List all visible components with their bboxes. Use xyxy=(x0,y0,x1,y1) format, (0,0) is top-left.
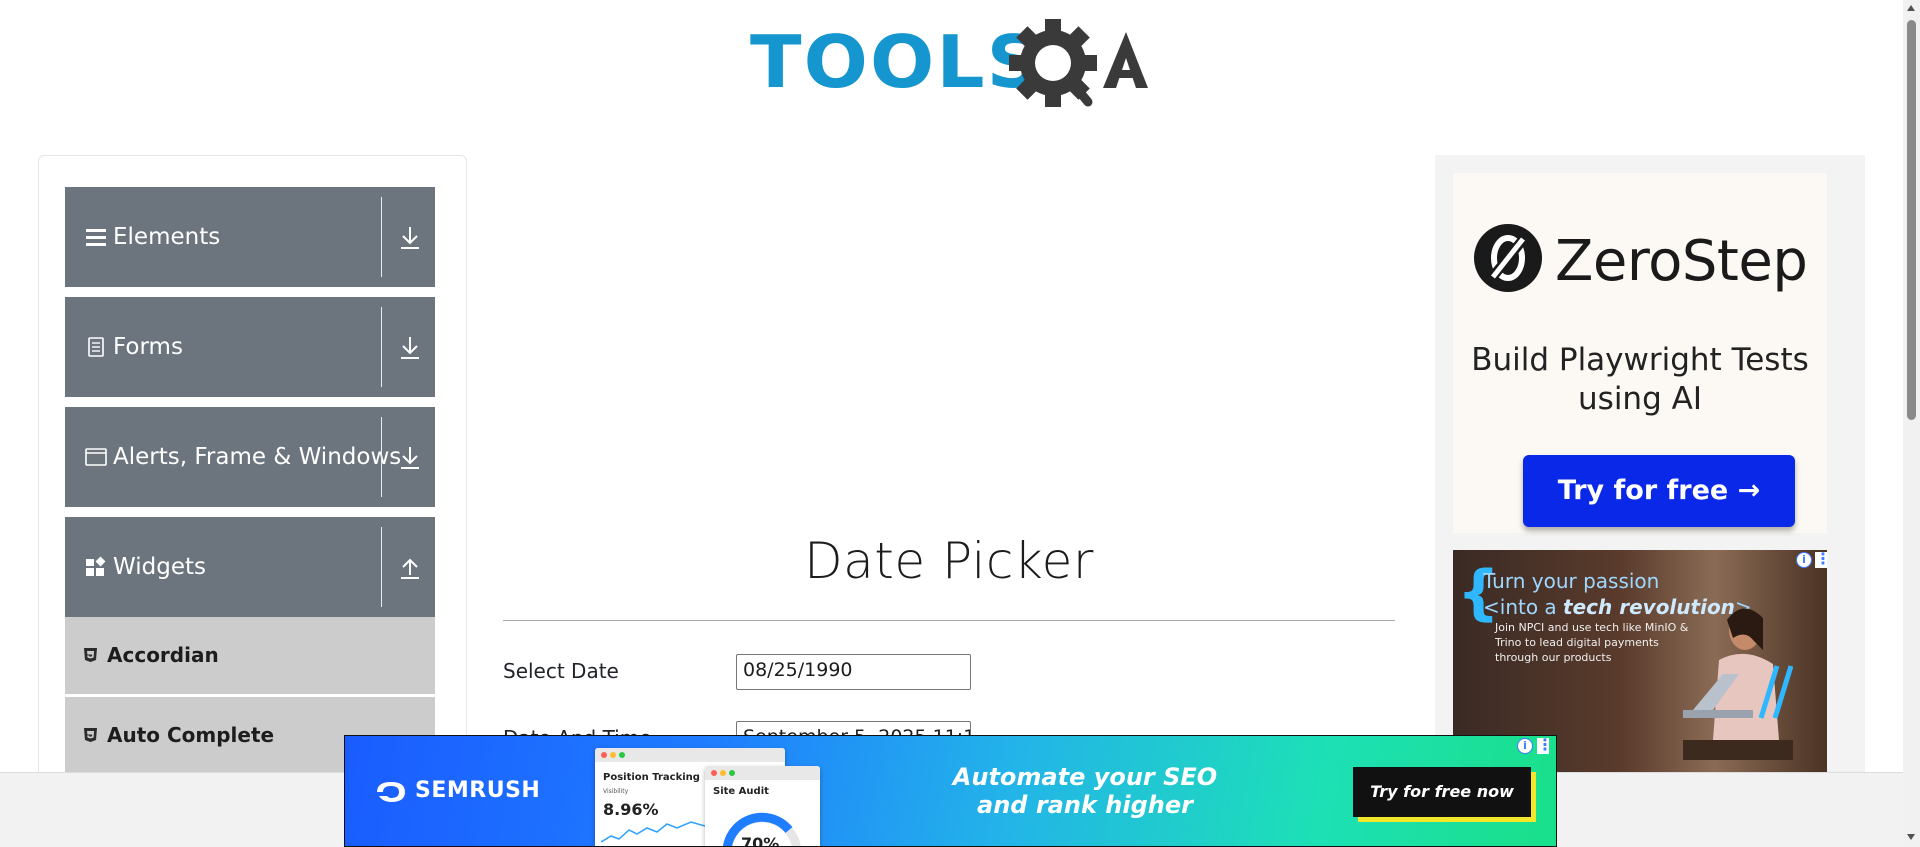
panel2-title: Site Audit xyxy=(713,786,769,797)
semrush-banner-ad[interactable]: SEMRUSH Position Tracking Visibility 8.9… xyxy=(344,735,1557,847)
page-title: Date Picker xyxy=(804,532,1094,590)
gear-magnifier-icon xyxy=(1009,19,1148,107)
npci-body: Join NPCI and use tech like MinIO & Trin… xyxy=(1495,621,1689,664)
toolsqa-logo[interactable]: TOOLS xyxy=(750,18,1155,118)
divider xyxy=(381,197,382,277)
html5-icon xyxy=(84,648,97,662)
select-date-label: Select Date xyxy=(503,659,619,683)
ad-info-icon[interactable]: i xyxy=(1517,738,1533,754)
download-arrow-icon[interactable] xyxy=(398,223,422,251)
try-for-free-now-button[interactable]: Try for free now xyxy=(1353,767,1531,817)
sidebar-group-label: Forms xyxy=(113,334,183,360)
zerostep-tagline: Build Playwright Tests using AI xyxy=(1471,342,1809,417)
ad-info-icon[interactable]: i xyxy=(1796,552,1812,568)
logo-text-tools: TOOLS xyxy=(750,20,1044,104)
sidebar-item-accordian[interactable]: Accordian xyxy=(65,617,435,695)
scroll-down-arrow-icon[interactable] xyxy=(1907,834,1915,840)
sidebar-item-label: Accordian xyxy=(107,643,219,667)
npci-line2-pre: <into a xyxy=(1483,595,1564,619)
site-audit-panel: Site Audit 70% xyxy=(705,766,820,847)
zerostep-logo-icon xyxy=(1474,224,1542,292)
sidebar-group-label: Alerts, Frame & Windows xyxy=(113,444,402,470)
panel1-title: Position Tracking xyxy=(603,772,700,783)
widgets-icon xyxy=(86,556,106,576)
divider xyxy=(381,417,382,497)
divider xyxy=(381,527,382,607)
html5-icon xyxy=(84,728,97,742)
sidebar-group-elements[interactable]: Elements xyxy=(65,187,435,287)
panel2-value: 70% xyxy=(741,834,780,847)
ad-menu-icon[interactable]: ⋮ xyxy=(1815,552,1831,568)
zerostep-name: ZeroStep xyxy=(1555,229,1808,294)
sidebar-group-label: Elements xyxy=(113,224,221,250)
semrush-headline: Automate your SEO and rank higher xyxy=(952,763,1218,819)
window-icon xyxy=(85,448,107,466)
document-icon xyxy=(88,337,104,357)
zerostep-ad[interactable]: ZeroStep Build Playwright Tests using AI… xyxy=(1453,173,1827,533)
divider xyxy=(381,307,382,387)
panel1-value: 8.96% xyxy=(603,800,659,819)
ad-menu-icon[interactable]: ⋮ xyxy=(1537,738,1553,754)
sidebar-group-forms[interactable]: Forms xyxy=(65,297,435,397)
hamburger-icon xyxy=(86,229,106,246)
trend-line-icon xyxy=(601,821,705,843)
sidebar-group-widgets[interactable]: Widgets xyxy=(65,517,435,617)
try-for-free-button[interactable]: Try for free → xyxy=(1523,455,1795,527)
select-date-input[interactable]: 08/25/1990 xyxy=(736,654,971,690)
scroll-up-arrow-icon[interactable] xyxy=(1907,5,1915,11)
slash-decoration xyxy=(1758,665,1793,719)
semrush-flame-icon xyxy=(377,782,405,802)
upload-arrow-icon[interactable] xyxy=(398,553,422,581)
panel1-sub: Visibility xyxy=(603,788,629,795)
scrollbar-thumb[interactable] xyxy=(1907,20,1916,420)
right-ad[interactable]: ZeroStep Build Playwright Tests using AI… xyxy=(1435,155,1865,775)
sidebar-item-label: Auto Complete xyxy=(107,723,275,747)
title-divider xyxy=(503,620,1395,621)
sidebar-group-label: Widgets xyxy=(113,554,206,580)
semrush-brand: SEMRUSH xyxy=(415,778,541,803)
download-arrow-icon[interactable] xyxy=(398,443,422,471)
npci-line1: Turn your passion xyxy=(1483,569,1660,593)
page-scrollbar[interactable] xyxy=(1903,0,1920,847)
sidebar-group-alerts-frame-windows[interactable]: Alerts, Frame & Windows xyxy=(65,407,435,507)
download-arrow-icon[interactable] xyxy=(398,333,422,361)
